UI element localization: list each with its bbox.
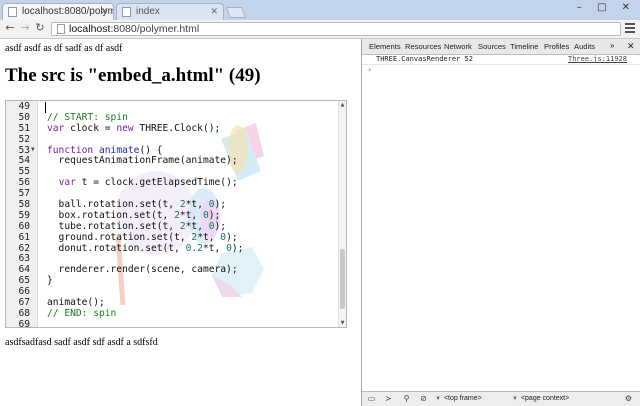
close-tab-icon[interactable]: ✕ — [210, 6, 218, 17]
code-line[interactable]: 69 — [6, 318, 342, 328]
scroll-down-icon[interactable]: ▼ — [339, 319, 346, 327]
code-line[interactable]: 68// END: spin — [6, 307, 342, 320]
frame-select[interactable]: ▼ <top frame> — [435, 394, 482, 403]
devtools-tab-sources[interactable]: Sources — [478, 42, 506, 51]
code-text: var clock = new THREE.Clock(); — [47, 122, 221, 134]
code-text: } — [47, 275, 53, 287]
browser-toolbar: ← → ↻ localhost:8080/polymer.html — [0, 20, 640, 39]
code-text: requestAnimationFrame(animate); — [47, 155, 238, 167]
code-lines: 49 50// START: spin 51 var clock = new THRE… — [6, 101, 342, 328]
context-select[interactable]: ▼ <page context> — [512, 394, 569, 403]
page-viewport: asdf asdf as df sadf as df asdf The src … — [0, 39, 361, 406]
code-line[interactable]: 64 renderer.render(scene, camera); — [6, 264, 342, 276]
devtools-tab-profiles[interactable]: Profiles — [544, 42, 569, 51]
code-line[interactable]: 65} — [6, 275, 342, 287]
clear-console-icon[interactable]: ⊘ — [419, 394, 428, 403]
devtools-tab-timeline[interactable]: Timeline — [510, 42, 538, 51]
settings-gear-icon[interactable]: ⚙ — [624, 394, 633, 403]
console-prompt[interactable]: › — [368, 65, 371, 74]
scrollbar-thumb[interactable] — [340, 249, 345, 309]
reload-icon[interactable]: ↻ — [33, 21, 47, 35]
devtools-tab-bar: Elements Resources Network Sources Timel… — [362, 39, 640, 55]
line-number: 69 — [18, 318, 30, 328]
devtools-tab-network[interactable]: Network — [444, 42, 472, 51]
browser-tab-strip: localhost:8080/polymer ✕ index ✕ – □ ✕ — [0, 0, 640, 21]
code-line[interactable]: 54 requestAnimationFrame(animate); — [6, 156, 342, 167]
tab-polymer[interactable]: localhost:8080/polymer ✕ — [2, 3, 114, 20]
page-text-bottom: asdfsadfasd sadf asdf sdf asdf a sdfsfd — [5, 337, 158, 348]
code-line[interactable]: 62 donut.rotation.set(t, 0.2*t, 0); — [6, 242, 342, 255]
document-icon — [57, 24, 65, 34]
console-message: THREE.CanvasRenderer 52 — [376, 55, 473, 63]
code-text: ground.rotation.set(t, 2*t, 0); — [47, 231, 238, 243]
close-tab-icon[interactable]: ✕ — [100, 6, 108, 17]
code-text: // END: spin — [47, 307, 117, 319]
code-line[interactable]: 56 var t = clock.getElapsedTime(); — [6, 177, 342, 189]
line-number: 52 — [18, 133, 30, 145]
devtools-tab-resources[interactable]: Resources — [405, 42, 441, 51]
scroll-up-icon[interactable]: ▲ — [339, 101, 346, 109]
code-editor[interactable]: 49 50// START: spin 51 var clock = new THRE… — [5, 100, 347, 328]
code-line[interactable]: 51 var clock = new THREE.Clock(); — [6, 122, 342, 135]
page-heading: The src is "embed_a.html" (49) — [5, 65, 261, 86]
more-tabs-icon[interactable]: » — [610, 41, 614, 50]
menu-icon[interactable] — [625, 23, 635, 35]
devtools-tab-audits[interactable]: Audits — [574, 42, 595, 51]
forward-arrow-icon[interactable]: → — [18, 21, 32, 35]
console-log-row: THREE.CanvasRenderer 52 Three.js:11928 — [362, 54, 640, 65]
page-icon — [122, 7, 131, 17]
url-text: localhost:8080/polymer.html — [69, 23, 200, 35]
editor-scrollbar[interactable]: ▲ ▼ — [338, 101, 346, 327]
back-arrow-icon[interactable]: ← — [3, 21, 17, 35]
dock-icon[interactable]: ▭ — [367, 394, 376, 403]
address-bar[interactable]: localhost:8080/polymer.html — [51, 22, 621, 36]
line-number: 61 — [18, 231, 30, 243]
code-text: var t = clock.getElapsedTime(); — [58, 177, 238, 189]
devtools-panel: Elements Resources Network Sources Timel… — [361, 39, 640, 406]
drawer-icon[interactable]: ≻ — [384, 394, 393, 403]
page-icon — [8, 7, 17, 17]
devtools-tab-elements[interactable]: Elements — [369, 42, 401, 51]
new-tab-button[interactable] — [225, 7, 247, 18]
window-controls[interactable]: – □ ✕ — [577, 2, 636, 13]
search-icon[interactable]: ⚲ — [402, 394, 411, 403]
code-text: renderer.render(scene, camera); — [47, 264, 238, 276]
fold-arrow-icon[interactable]: ▼ — [31, 145, 35, 156]
console-source-link[interactable]: Three.js:11928 — [568, 55, 627, 63]
devtools-status-bar: ▭ ≻ ⚲ ⊘ ▼ <top frame> ▼ <page context> ⚙ — [362, 391, 640, 406]
page-text-top: asdf asdf as df sadf as df asdf — [5, 43, 123, 54]
code-line[interactable]: 61 ground.rotation.set(t, 2*t, 0); — [6, 231, 342, 244]
tab-title: index — [136, 6, 160, 17]
tab-index[interactable]: index ✕ — [116, 3, 224, 20]
code-text: donut.rotation.set(t, 0.2*t, 0); — [47, 242, 244, 254]
close-devtools-icon[interactable]: ✕ — [627, 41, 635, 52]
